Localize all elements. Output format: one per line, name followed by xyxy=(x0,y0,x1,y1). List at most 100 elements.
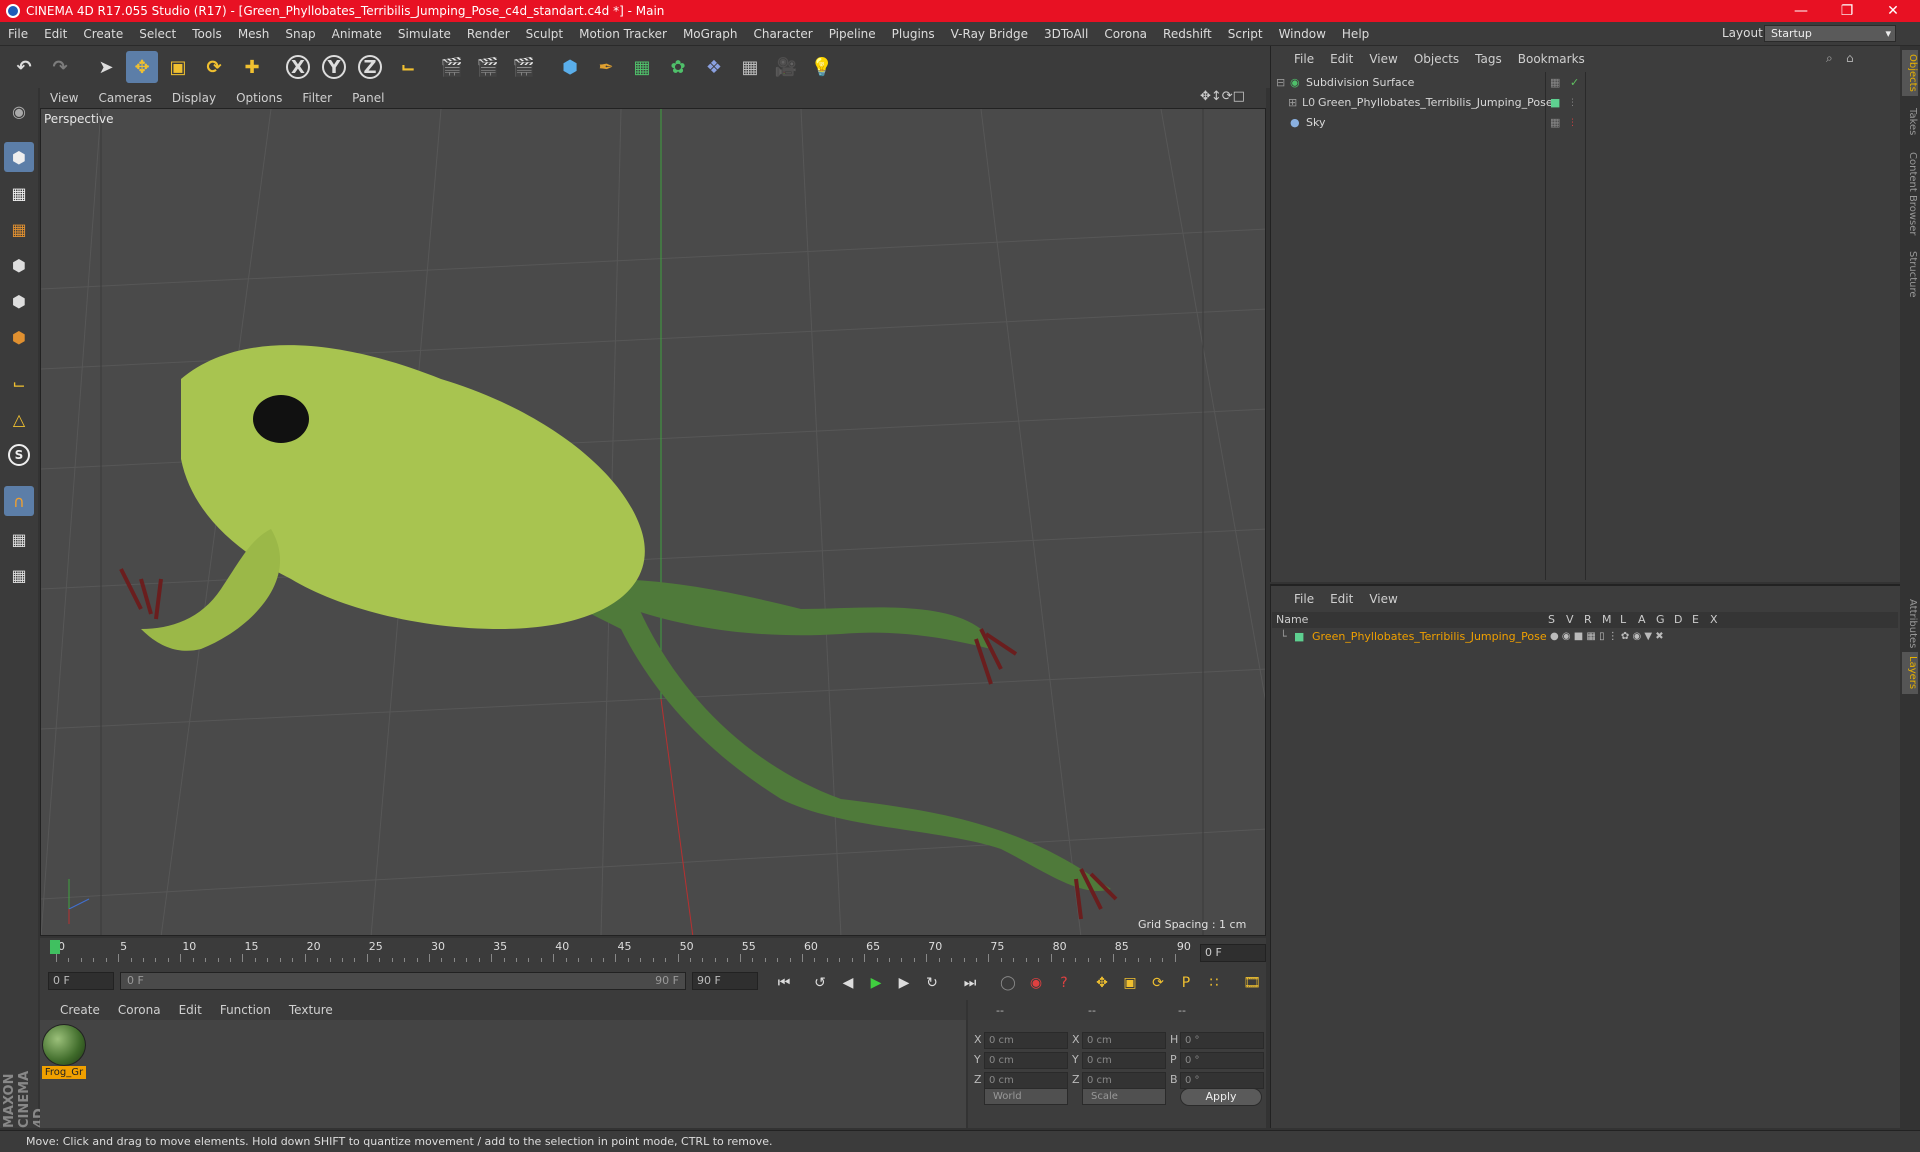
camera-button[interactable]: 🎥 xyxy=(770,51,802,83)
menu-simulate[interactable]: Simulate xyxy=(390,27,459,41)
expand-icon[interactable]: ⊞ xyxy=(1288,93,1297,113)
model-mode-button[interactable]: ⬢ xyxy=(4,142,34,172)
menu-script[interactable]: Script xyxy=(1220,27,1271,41)
object-menu-tags[interactable]: Tags xyxy=(1467,52,1510,66)
layer-color-icon[interactable]: ■ xyxy=(1294,628,1304,646)
menu-window[interactable]: Window xyxy=(1271,27,1334,41)
home-icon[interactable]: ⌂ xyxy=(1846,51,1854,65)
material-menu-create[interactable]: Create xyxy=(40,1003,109,1017)
parameter-key-button[interactable]: P xyxy=(1174,971,1198,995)
go-to-start-button[interactable]: ⏮ xyxy=(772,971,796,995)
side-tab-objects[interactable]: Objects xyxy=(1902,50,1918,96)
coordinate-space-select[interactable]: World xyxy=(984,1088,1068,1105)
layer-toggle-icons[interactable]: ● ◉ ■ ▦ ▯ ⋮ ✿ ◉ ▼ ✖ xyxy=(1550,628,1664,646)
next-frame-button[interactable]: ▶ xyxy=(892,971,916,995)
size-z-field[interactable]: 0 cm xyxy=(1082,1072,1166,1089)
redo-button[interactable]: ↷ xyxy=(44,51,76,83)
rotate-tool-button[interactable]: ⟳ xyxy=(198,51,230,83)
subdivision-surface-button[interactable]: ▦ xyxy=(626,51,658,83)
menu-snap[interactable]: Snap xyxy=(277,27,323,41)
object-menu-objects[interactable]: Objects xyxy=(1406,52,1467,66)
object-row-subdivision-surface[interactable]: ⊟ ◉ Subdivision Surface ▦ ✓ xyxy=(1272,73,1898,93)
material-swatch[interactable]: Frog_Gr xyxy=(42,1024,86,1080)
end-frame-field[interactable]: 90 F xyxy=(692,972,758,990)
side-tab-structure[interactable]: Structure xyxy=(1902,246,1918,302)
object-menu-file[interactable]: File xyxy=(1286,52,1322,66)
texture-mode-button[interactable]: ▦ xyxy=(4,178,34,208)
menu-animate[interactable]: Animate xyxy=(324,27,390,41)
menu-plugins[interactable]: Plugins xyxy=(884,27,943,41)
snap-button[interactable]: S xyxy=(4,440,34,470)
cube-primitive-button[interactable]: ⬢ xyxy=(554,51,586,83)
material-menu-texture[interactable]: Texture xyxy=(280,1003,342,1017)
close-button[interactable]: ✕ xyxy=(1870,0,1916,22)
menu-file[interactable]: File xyxy=(0,27,36,41)
x-axis-button[interactable]: X xyxy=(282,51,314,83)
timeline-button[interactable]: 🎞 xyxy=(1240,971,1264,995)
live-selection-button[interactable]: ➤ xyxy=(90,51,122,83)
size-mode-select[interactable]: Scale xyxy=(1082,1088,1166,1105)
enabled-check-icon[interactable]: ✓ xyxy=(1570,73,1579,93)
grid-lock-button[interactable]: ▦ xyxy=(4,524,34,554)
move-tool-button[interactable]: ✥ xyxy=(126,51,158,83)
object-menu-view[interactable]: View xyxy=(1361,52,1405,66)
material-menu-edit[interactable]: Edit xyxy=(170,1003,211,1017)
menu-render[interactable]: Render xyxy=(459,27,518,41)
menu-character[interactable]: Character xyxy=(745,27,820,41)
y-axis-button[interactable]: Y xyxy=(318,51,350,83)
auto-keying-button[interactable]: ◉ xyxy=(1024,971,1048,995)
rotation-h-field[interactable]: 0 ° xyxy=(1180,1032,1264,1049)
material-menu-function[interactable]: Function xyxy=(211,1003,280,1017)
size-y-field[interactable]: 0 cm xyxy=(1082,1052,1166,1069)
menu-mesh[interactable]: Mesh xyxy=(230,27,278,41)
deformer-button[interactable]: ❖ xyxy=(698,51,730,83)
viewport-menu-filter[interactable]: Filter xyxy=(292,91,342,105)
layer-row[interactable]: └ ■ Green_Phyllobates_Terribilis_Jumping… xyxy=(1272,628,1898,646)
scale-tool-button[interactable]: ▣ xyxy=(162,51,194,83)
position-x-field[interactable]: 0 cm xyxy=(984,1032,1068,1049)
polygons-mode-button[interactable]: ⬢ xyxy=(4,322,34,352)
menu-motion-tracker[interactable]: Motion Tracker xyxy=(571,27,675,41)
render-view-button[interactable]: 🎬 xyxy=(436,51,468,83)
object-row-frog[interactable]: ⊞ L0 Green_Phyllobates_Terribilis_Jumpin… xyxy=(1272,93,1898,113)
material-menu-corona[interactable]: Corona xyxy=(109,1003,170,1017)
viewport-menu-panel[interactable]: Panel xyxy=(342,91,394,105)
viewport-menu-view[interactable]: View xyxy=(40,91,88,105)
visibility-dots-icon[interactable]: ⋮ xyxy=(1568,113,1577,133)
axis-mode-button[interactable]: ⌙ xyxy=(4,368,34,398)
layer-menu-view[interactable]: View xyxy=(1361,592,1405,606)
menu-create[interactable]: Create xyxy=(75,27,131,41)
preview-range-slider[interactable]: 0 F 90 F xyxy=(120,972,686,990)
menu-help[interactable]: Help xyxy=(1334,27,1377,41)
side-tab-takes[interactable]: Takes xyxy=(1902,102,1918,142)
menu-pipeline[interactable]: Pipeline xyxy=(821,27,884,41)
visibility-dots-icon[interactable]: ⋮ xyxy=(1568,93,1577,113)
size-x-field[interactable]: 0 cm xyxy=(1082,1032,1166,1049)
magnet-button[interactable]: ∩ xyxy=(4,486,34,516)
menu-mograph[interactable]: MoGraph xyxy=(675,27,746,41)
workplane-mode-button[interactable]: ▦ xyxy=(4,214,34,244)
tweak-mode-button[interactable]: △ xyxy=(4,404,34,434)
playhead[interactable] xyxy=(50,940,60,954)
rotation-p-field[interactable]: 0 ° xyxy=(1180,1052,1264,1069)
menu-vray-bridge[interactable]: V-Ray Bridge xyxy=(943,27,1036,41)
next-key-button[interactable]: ↻ xyxy=(920,971,944,995)
menu-tools[interactable]: Tools xyxy=(184,27,230,41)
current-frame-field[interactable]: 0 F xyxy=(1200,944,1266,962)
play-button[interactable]: ▶ xyxy=(864,971,888,995)
position-y-field[interactable]: 0 cm xyxy=(984,1052,1068,1069)
object-menu-bookmarks[interactable]: Bookmarks xyxy=(1510,52,1593,66)
viewport-navigation-icons[interactable]: ✥↕⟳□ xyxy=(1200,89,1245,104)
z-axis-button[interactable]: Z xyxy=(354,51,386,83)
previous-frame-button[interactable]: ◀ xyxy=(836,971,860,995)
point-level-key-button[interactable]: ∷ xyxy=(1202,971,1226,995)
viewport-menu-options[interactable]: Options xyxy=(226,91,292,105)
menu-corona[interactable]: Corona xyxy=(1096,27,1155,41)
array-button[interactable]: ✿ xyxy=(662,51,694,83)
rotation-key-button[interactable]: ⟳ xyxy=(1146,971,1170,995)
last-tool-button[interactable]: ✚ xyxy=(236,51,268,83)
menu-3dtoall[interactable]: 3DToAll xyxy=(1036,27,1096,41)
keyframe-selection-button[interactable]: ? xyxy=(1052,971,1076,995)
layer-menu-file[interactable]: File xyxy=(1286,592,1322,606)
minimize-button[interactable]: — xyxy=(1778,0,1824,22)
